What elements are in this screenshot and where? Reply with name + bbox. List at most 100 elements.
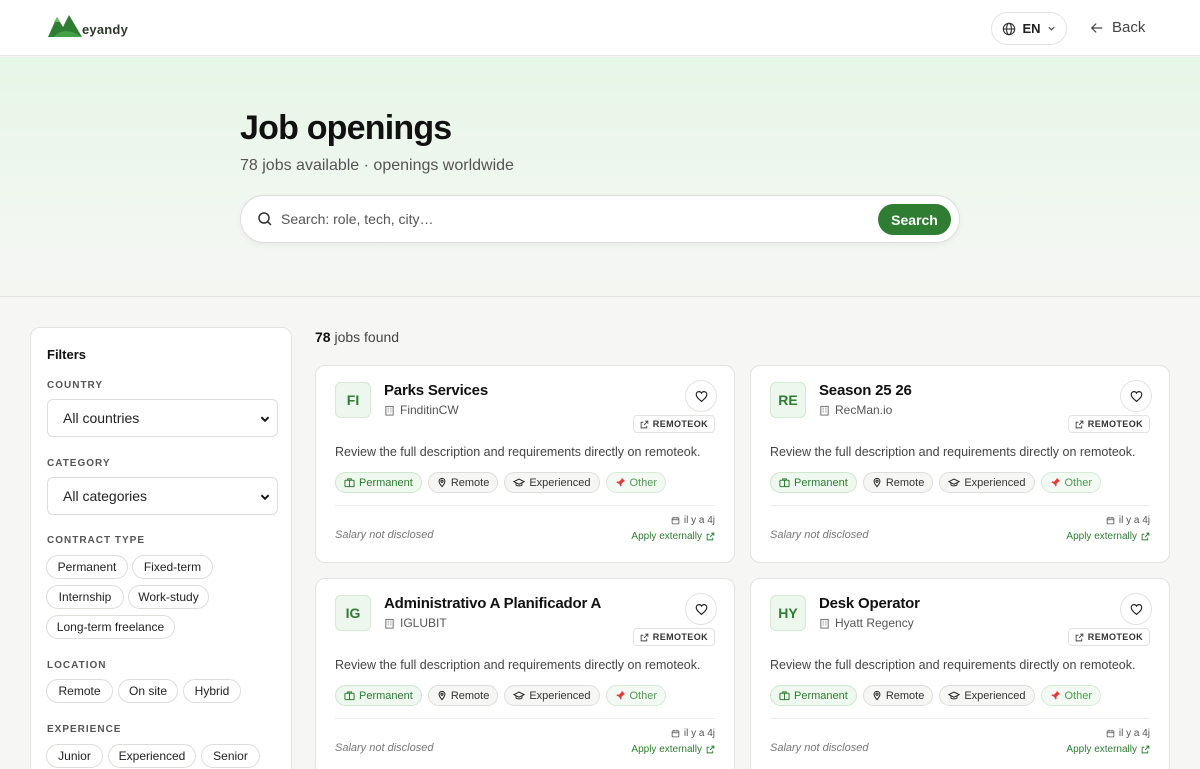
map-pin-icon <box>873 690 881 701</box>
search-button[interactable]: Search <box>878 204 951 235</box>
chevron-down-icon <box>1047 26 1055 31</box>
source-badge: REMOTEOK <box>1067 628 1150 646</box>
posted-date: il y a 4j <box>671 515 715 526</box>
chip-on-site[interactable]: On site <box>118 679 178 703</box>
category-select[interactable]: All categories <box>47 477 278 515</box>
tag-experience-label: Experienced <box>964 476 1026 489</box>
pushpin-icon <box>615 477 625 487</box>
company-name-text: RecMan.io <box>835 403 893 417</box>
arrow-left-icon <box>1090 22 1103 33</box>
chip-permanent[interactable]: Permanent <box>46 555 128 579</box>
source-badge: REMOTEOK <box>632 415 715 433</box>
graduation-cap-icon <box>513 691 526 700</box>
tag-experience: Experienced <box>939 685 1035 706</box>
map-pin-icon <box>873 477 881 488</box>
graduation-cap-icon <box>948 691 961 700</box>
apply-label: Apply externally <box>631 744 702 755</box>
chip-fixed-term[interactable]: Fixed-term <box>132 555 213 579</box>
apply-externally-link[interactable]: Apply externally <box>1066 744 1150 755</box>
external-link-icon <box>1141 532 1150 541</box>
apply-externally-link[interactable]: Apply externally <box>631 531 715 542</box>
heart-icon <box>695 603 707 615</box>
top-navbar: eyandy EN Back <box>0 0 1200 56</box>
country-label: Country <box>47 380 104 391</box>
apply-externally-link[interactable]: Apply externally <box>631 744 715 755</box>
apply-label: Apply externally <box>1066 531 1137 542</box>
chip-remote[interactable]: Remote <box>46 679 113 703</box>
brand-logo[interactable]: eyandy <box>48 13 128 39</box>
tag-contract-label: Permanent <box>794 689 848 702</box>
favorite-button[interactable] <box>685 593 717 625</box>
chip-hybrid[interactable]: Hybrid <box>183 679 241 703</box>
briefcase-icon <box>344 691 355 701</box>
job-card[interactable]: HY Desk Operator Hyatt Regency REMOTEOK … <box>750 578 1170 769</box>
building-icon <box>385 405 394 416</box>
external-link-icon <box>706 745 715 754</box>
job-card[interactable]: FI Parks Services FinditinCW REMOTEOK Re… <box>315 365 735 563</box>
briefcase-icon <box>779 691 790 701</box>
tag-location-label: Remote <box>450 476 490 489</box>
tag-experience: Experienced <box>504 685 600 706</box>
results-count-number: 78 <box>315 329 331 345</box>
globe-icon <box>1003 22 1016 35</box>
job-title[interactable]: Administrativo A Planificador A <box>384 595 601 612</box>
apply-externally-link[interactable]: Apply externally <box>1066 531 1150 542</box>
job-tags: Permanent Remote Experienced Other <box>770 685 1102 706</box>
language-selector[interactable]: EN <box>991 12 1067 45</box>
source-label: REMOTEOK <box>1087 632 1143 642</box>
chip-work-study[interactable]: Work-study <box>128 585 209 609</box>
external-link-icon <box>706 532 715 541</box>
job-title[interactable]: Parks Services <box>384 382 488 399</box>
calendar-icon <box>1106 729 1115 738</box>
card-divider <box>335 718 715 719</box>
card-divider <box>335 505 715 506</box>
chip-junior[interactable]: Junior <box>46 744 103 768</box>
source-label: REMOTEOK <box>652 632 708 642</box>
search-icon <box>257 211 273 227</box>
tag-location: Remote <box>427 685 499 706</box>
job-description: Review the full description and requirem… <box>335 445 701 459</box>
job-card[interactable]: RE Season 25 26 RecMan.io REMOTEOK Revie… <box>750 365 1170 563</box>
job-card[interactable]: IG Administrativo A Planificador A IGLUB… <box>315 578 735 769</box>
experience-label: Experience <box>47 724 122 735</box>
search-input[interactable] <box>281 211 861 227</box>
tag-category: Other <box>1040 685 1102 706</box>
chip-senior[interactable]: Senior <box>201 744 260 768</box>
tag-contract: Permanent <box>770 472 857 493</box>
results-count: 78 jobs found <box>315 329 399 345</box>
job-title[interactable]: Season 25 26 <box>819 382 912 399</box>
source-badge: REMOTEOK <box>632 628 715 646</box>
salary-text: Salary not disclosed <box>770 742 869 754</box>
posted-date-text: il y a 4j <box>1118 515 1150 526</box>
pushpin-icon <box>1050 477 1060 487</box>
page-title: Job openings <box>240 109 452 147</box>
building-icon <box>820 405 829 416</box>
favorite-button[interactable] <box>685 380 717 412</box>
favorite-button[interactable] <box>1120 380 1152 412</box>
company-name: RecMan.io <box>819 403 892 417</box>
chip-long-term-freelance[interactable]: Long-term freelance <box>46 615 175 639</box>
job-title[interactable]: Desk Operator <box>819 595 920 612</box>
graduation-cap-icon <box>948 478 961 487</box>
logo-text: eyandy <box>82 21 129 37</box>
tag-experience: Experienced <box>504 472 600 493</box>
source-label: REMOTEOK <box>652 419 708 429</box>
source-label: REMOTEOK <box>1087 419 1143 429</box>
favorite-button[interactable] <box>1120 593 1152 625</box>
chip-experienced[interactable]: Experienced <box>108 744 196 768</box>
company-initials: IG <box>335 595 371 631</box>
tag-category-label: Other <box>1064 689 1093 702</box>
back-link[interactable]: Back <box>1090 19 1145 36</box>
tag-location: Remote <box>862 472 934 493</box>
tag-category-label: Other <box>1064 476 1093 489</box>
calendar-icon <box>1106 516 1115 525</box>
company-initials: RE <box>770 382 806 418</box>
country-select[interactable]: All countries <box>47 399 278 437</box>
card-divider <box>770 505 1150 506</box>
tag-experience: Experienced <box>939 472 1035 493</box>
chip-internship[interactable]: Internship <box>46 585 124 609</box>
tag-category: Other <box>605 685 667 706</box>
tag-experience-label: Experienced <box>964 689 1026 702</box>
category-label: Category <box>47 458 111 469</box>
external-link-icon <box>640 633 649 641</box>
